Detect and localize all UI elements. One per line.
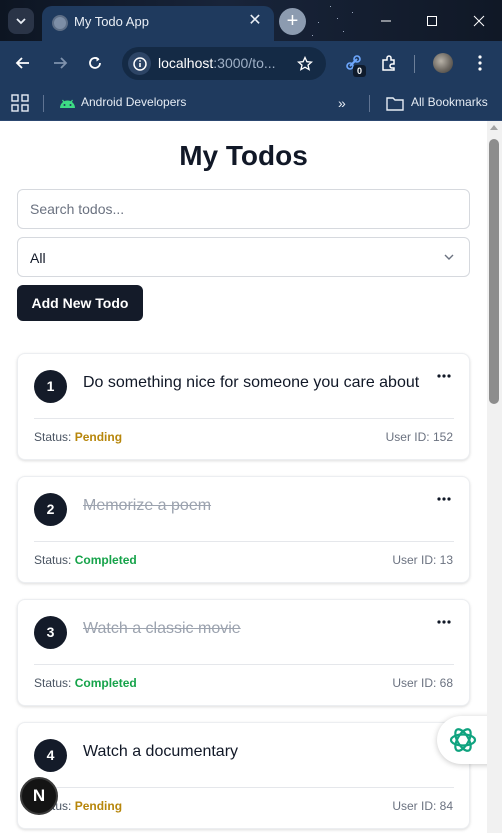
site-info-icon[interactable] [128, 52, 151, 75]
extension-badge: 0 [353, 65, 366, 77]
status-label: Status: [34, 553, 72, 567]
todo-card: 1 Do something nice for someone you care… [17, 353, 470, 460]
search-input[interactable] [17, 189, 470, 229]
scroll-up-arrow-icon[interactable] [490, 125, 498, 130]
minimize-button[interactable] [363, 0, 409, 41]
card-divider [34, 418, 454, 419]
maximize-icon [427, 15, 437, 26]
reload-button[interactable] [82, 50, 108, 76]
status-value: Pending [74, 430, 123, 444]
arrow-right-icon [54, 57, 68, 69]
todo-user-id: User ID: 68 [392, 676, 453, 690]
browser-tab-active[interactable]: My Todo App ✕ [42, 6, 274, 41]
todo-status: Status: Completed [34, 553, 137, 567]
reload-icon [89, 57, 101, 69]
more-options-icon[interactable] [436, 495, 452, 503]
scrollbar-thumb[interactable] [489, 139, 499, 404]
arrow-left-icon [15, 57, 29, 69]
url-path: :3000/to... [213, 55, 276, 71]
todo-number-badge: 3 [34, 616, 67, 649]
todo-user-id: User ID: 84 [392, 799, 453, 813]
card-divider [34, 787, 454, 788]
page-viewport: My Todos All Add New Todo 1 Do something… [0, 121, 487, 833]
assistant-widget-button[interactable] [437, 716, 487, 764]
status-value: Completed [74, 553, 137, 567]
forward-button[interactable] [47, 50, 73, 76]
chevron-down-icon [444, 254, 454, 260]
url-text: localhost:3000/to... [158, 55, 276, 71]
chevron-down-icon [16, 18, 26, 25]
browser-toolbar: localhost:3000/to... [0, 41, 502, 86]
todo-card: 3 Watch a classic movie Status: Complete… [17, 599, 470, 706]
todo-title[interactable]: Watch a documentary [83, 743, 238, 761]
bookmark-star-icon[interactable] [294, 53, 316, 75]
profile-avatar[interactable] [433, 53, 453, 73]
toolbar-separator [414, 55, 415, 73]
tab-search-button[interactable] [8, 8, 34, 34]
todo-card: 4 Watch a documentary Status: Pending Us… [17, 722, 470, 829]
browser-menu-button[interactable] [470, 52, 490, 74]
status-label: Status: [34, 430, 72, 444]
todo-title[interactable]: Do something nice for someone you care a… [83, 374, 419, 392]
browser-titlebar: My Todo App ✕ + [0, 0, 502, 41]
bookmark-separator [369, 95, 370, 112]
tab-title: My Todo App [74, 14, 149, 29]
puzzle-icon [382, 55, 395, 71]
status-value: Completed [74, 676, 137, 690]
maximize-button[interactable] [409, 0, 455, 41]
globe-icon [52, 15, 68, 31]
close-tab-icon[interactable]: ✕ [246, 12, 264, 30]
back-button[interactable] [10, 50, 36, 76]
add-todo-button[interactable]: Add New Todo [17, 285, 143, 321]
bookmarks-bar: Android Developers » All Bookmarks [0, 86, 502, 121]
nextjs-dev-badge[interactable]: N [20, 777, 58, 815]
todo-title[interactable]: Memorize a poem [83, 497, 211, 515]
status-value: Pending [74, 799, 123, 813]
bookmark-android-developers[interactable]: Android Developers [81, 95, 186, 109]
todo-user-id: User ID: 13 [392, 553, 453, 567]
star-outline-icon [297, 56, 313, 71]
status-filter-select[interactable]: All [17, 237, 470, 277]
url-host: localhost [158, 55, 214, 71]
apps-grid-icon[interactable] [11, 94, 29, 112]
todo-number-badge: 1 [34, 370, 67, 403]
close-icon [473, 15, 485, 26]
filter-selected-value: All [30, 250, 46, 266]
android-icon [60, 99, 75, 108]
todo-user-id: User ID: 152 [385, 430, 453, 444]
new-tab-button[interactable]: + [279, 8, 306, 35]
status-label: Status: [34, 676, 72, 690]
kebab-menu-icon [478, 55, 482, 71]
card-divider [34, 664, 454, 665]
all-bookmarks-button[interactable]: All Bookmarks [411, 95, 488, 109]
page-title: My Todos [179, 140, 308, 171]
minimize-icon [381, 20, 391, 21]
todo-status: Status: Completed [34, 676, 137, 690]
todo-number-badge: 2 [34, 493, 67, 526]
todo-card: 2 Memorize a poem Status: Completed User… [17, 476, 470, 583]
extensions-puzzle-button[interactable] [378, 52, 400, 74]
more-options-icon[interactable] [436, 618, 452, 626]
more-options-icon[interactable] [436, 372, 452, 380]
address-bar[interactable]: localhost:3000/to... [122, 47, 326, 80]
todo-title[interactable]: Watch a classic movie [83, 620, 241, 638]
bookmark-separator [43, 95, 44, 112]
info-circle-icon [132, 56, 147, 71]
card-divider [34, 541, 454, 542]
todo-number-badge: 4 [34, 739, 67, 772]
close-window-button[interactable] [456, 0, 502, 41]
todo-status: Status: Pending [34, 430, 122, 444]
openai-knot-icon [449, 728, 477, 752]
folder-icon [386, 97, 404, 111]
bookmarks-overflow-button[interactable]: » [338, 95, 346, 111]
